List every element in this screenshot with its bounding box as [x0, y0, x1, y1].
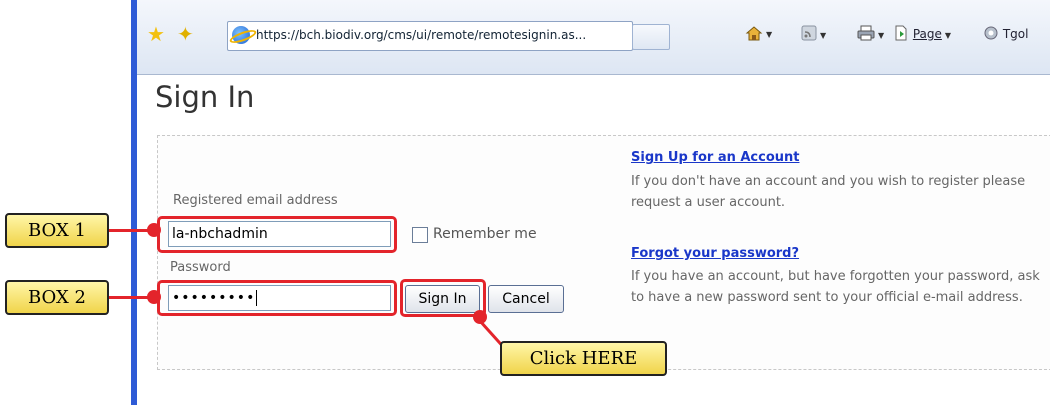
chevron-down-icon: ▼	[944, 31, 952, 40]
password-label: Password	[170, 260, 231, 275]
click-connector-dot	[473, 310, 487, 324]
new-tab-button[interactable]	[632, 24, 670, 50]
forgot-password-link[interactable]: Forgot your password?	[631, 246, 799, 261]
print-button[interactable]: ▼	[857, 25, 884, 44]
tools-menu-label: Tgol	[1002, 27, 1029, 41]
home-button[interactable]: ▼	[745, 25, 772, 41]
window-edge-bar	[131, 0, 137, 405]
remember-me-checkbox[interactable]	[412, 227, 428, 243]
page-title: Sign In	[155, 80, 255, 114]
cancel-button[interactable]: Cancel	[488, 285, 564, 313]
page-icon	[893, 25, 909, 44]
box2-connector-dot	[147, 290, 161, 304]
password-highlight-box	[157, 280, 397, 316]
email-label: Registered email address	[173, 193, 338, 208]
address-bar[interactable]: https://bch.biodiv.org/cms/ui/remote/rem…	[227, 21, 633, 51]
home-icon	[745, 25, 763, 41]
sign-in-highlight-box	[400, 279, 486, 317]
address-url: https://bch.biodiv.org/cms/ui/remote/rem…	[256, 28, 587, 42]
chevron-down-icon: ▼	[820, 31, 827, 40]
gear-icon	[983, 25, 999, 44]
forgot-password-description: If you have an account, but have forgott…	[631, 269, 1040, 305]
chevron-down-icon: ▼	[878, 31, 885, 40]
feed-icon	[801, 25, 817, 44]
favorites-star-icon[interactable]: ★	[147, 24, 165, 44]
box2-callout: BOX 2	[5, 280, 109, 315]
print-icon	[857, 25, 875, 44]
box1-callout: BOX 1	[5, 213, 109, 248]
page-menu-label: Page	[912, 27, 942, 41]
add-favorites-icon[interactable]: ✦	[177, 24, 194, 44]
tools-menu-button[interactable]: Tgol	[983, 25, 1028, 44]
email-highlight-box	[157, 216, 397, 253]
feeds-button[interactable]: ▼	[801, 25, 826, 44]
page-menu-button[interactable]: Page ▼	[893, 25, 951, 44]
box1-connector-dot	[147, 223, 161, 237]
browser-page-icon	[232, 26, 250, 44]
chevron-down-icon: ▼	[766, 29, 773, 39]
sign-up-link[interactable]: Sign Up for an Account	[631, 150, 800, 165]
click-here-callout: Click HERE	[500, 341, 667, 376]
remember-me-label: Remember me	[433, 226, 537, 242]
sign-up-description: If you don't have an account and you wis…	[631, 174, 1026, 210]
